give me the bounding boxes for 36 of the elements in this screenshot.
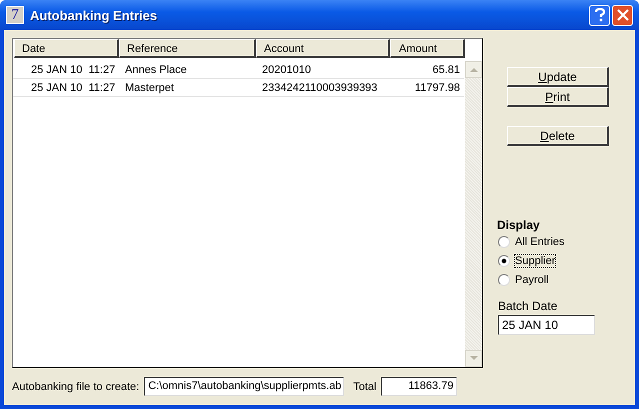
close-icon (616, 9, 628, 21)
batch-date-field[interactable]: 25 JAN 10 (498, 315, 595, 335)
radio-label[interactable]: All Entries (515, 236, 565, 248)
file-path-field[interactable]: C:\omnis7\autobanking\supplierpmts.ab (144, 377, 344, 396)
close-button[interactable] (612, 4, 633, 26)
table-cell-text: Masterpet (124, 82, 175, 94)
table-cell-text: 11797.98 (414, 82, 461, 94)
batch-date-label: Batch Date (498, 299, 558, 313)
column-header[interactable]: Reference (119, 39, 256, 58)
radio-label[interactable]: Payroll (515, 274, 549, 286)
table-cell-text: 65.81 (431, 64, 461, 76)
total-label: Total (353, 380, 376, 392)
window-title: Autobanking Entries (30, 8, 158, 22)
column-header[interactable]: Date (14, 39, 119, 58)
file-label: Autobanking file to create: (12, 380, 140, 392)
radio-button[interactable] (498, 274, 510, 286)
action-button[interactable]: Update (507, 67, 609, 87)
action-button[interactable]: Print (507, 87, 609, 107)
help-icon (594, 8, 606, 22)
radio-label[interactable]: Supplier (515, 254, 556, 266)
total-field[interactable]: 11863.79 (381, 377, 458, 396)
radio-button[interactable] (498, 236, 510, 248)
column-header[interactable]: Account (256, 39, 390, 58)
table-cell-text: 25 JAN 10 11:27 (30, 64, 116, 76)
table-cell-text: 2334242110003939393 (261, 82, 378, 94)
table-cell-text: 25 JAN 10 11:27 (30, 82, 116, 94)
display-heading: Display (497, 218, 541, 232)
down-arrow-icon (470, 356, 478, 361)
help-button[interactable] (589, 4, 610, 26)
up-arrow-icon (470, 67, 478, 72)
radio-button[interactable] (498, 254, 510, 266)
action-button[interactable]: Delete (507, 126, 609, 146)
app-icon: 7 (6, 6, 24, 24)
column-header[interactable]: Amount (390, 39, 465, 58)
table-cell-text: Annes Place (124, 64, 188, 76)
table-cell-text: 20201010 (261, 64, 312, 76)
